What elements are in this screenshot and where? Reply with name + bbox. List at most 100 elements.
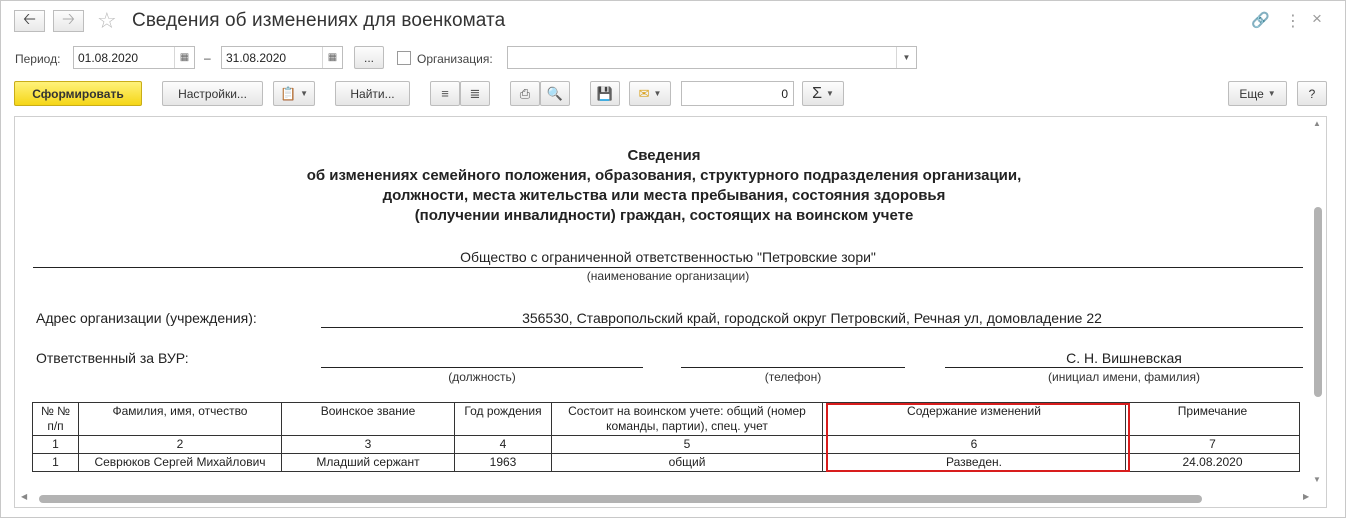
organization-name: Общество с ограниченной ответственностью… — [460, 249, 876, 265]
address-value: 356530, Ставропольский край, городской о… — [522, 310, 1102, 326]
organization-checkbox[interactable] — [397, 51, 411, 65]
more-button[interactable]: Еще ▼ — [1228, 81, 1287, 106]
arrow-left-icon: 🡠 — [23, 10, 36, 28]
calendar-icon[interactable]: ▦ — [174, 47, 194, 68]
responsible-label: Ответственный за ВУР: — [36, 350, 189, 366]
header-cell: Состоит на воинском учете: общий (номер … — [551, 402, 823, 436]
chevron-down-icon: ▼ — [825, 89, 834, 98]
name-caption: (инициал имени, фамилия) — [1048, 370, 1200, 384]
favorite-star-icon[interactable]: ☆ — [97, 8, 117, 34]
report-variants-icon: 📋 — [279, 85, 297, 101]
scroll-left-icon[interactable]: ◀ — [21, 492, 27, 501]
vertical-scrollbar[interactable]: ▲ ▼ — [1311, 119, 1324, 489]
scroll-up-icon[interactable]: ▲ — [1313, 119, 1321, 128]
changes-table: № № п/п Фамилия, имя, отчество Воинское … — [32, 402, 1300, 472]
date-from-value: 01.08.2020 — [78, 51, 139, 65]
select-period-button[interactable]: ... — [354, 46, 384, 69]
table-cell[interactable]: Разведен. — [822, 453, 1126, 472]
calendar-icon[interactable]: ▦ — [322, 47, 342, 68]
save-icon: 💾 — [596, 85, 614, 101]
help-button[interactable]: ? — [1297, 81, 1327, 106]
column-number-cell: 5 — [551, 435, 823, 454]
report-window: 🡠 🡢 ☆ Сведения об изменениях для военком… — [0, 0, 1346, 518]
period-label: Период: — [15, 52, 61, 66]
column-number-cell: 6 — [822, 435, 1126, 454]
report-title-line: об изменениях семейного положения, образ… — [306, 167, 1022, 184]
column-number-cell: 2 — [78, 435, 282, 454]
address-label: Адрес организации (учреждения): — [36, 310, 257, 326]
print-button[interactable]: ⎙ — [510, 81, 540, 106]
header-cell: Примечание — [1125, 402, 1300, 436]
link-icon[interactable]: 🔗 — [1251, 11, 1270, 29]
header-cell: Содержание изменений — [822, 402, 1126, 436]
table-cell[interactable]: общий — [551, 453, 823, 472]
report-title-line: (получении инвалидности) граждан, состоя… — [414, 207, 914, 224]
table-cell[interactable]: 1963 — [454, 453, 552, 472]
organization-caption: (наименование организации) — [586, 269, 750, 283]
scroll-right-icon[interactable]: ▶ — [1303, 492, 1309, 501]
horizontal-scrollbar[interactable]: ◀ ▶ — [17, 492, 1313, 505]
divider — [945, 367, 1303, 368]
sum-button[interactable]: Σ ▼ — [802, 81, 844, 106]
close-icon[interactable]: × — [1312, 9, 1322, 29]
collapse-groups-icon: ≣ — [469, 85, 481, 101]
table-row[interactable]: 1 Севрюков Сергей Михайлович Младший сер… — [32, 453, 1300, 472]
printer-icon: ⎙ — [519, 85, 531, 101]
table-cell[interactable]: 24.08.2020 — [1125, 453, 1300, 472]
forward-button[interactable]: 🡢 — [53, 10, 84, 32]
date-to-value: 31.08.2020 — [226, 51, 287, 65]
period-dash: – — [204, 51, 211, 65]
collapse-groups-button[interactable]: ≣ — [460, 81, 490, 106]
generate-button[interactable]: Сформировать — [14, 81, 142, 106]
report-title-line: Сведения — [627, 147, 701, 164]
table-header-row: № № п/п Фамилия, имя, отчество Воинское … — [32, 402, 1300, 436]
scroll-down-icon[interactable]: ▼ — [1313, 475, 1321, 484]
print-preview-icon: 🔍 — [546, 85, 564, 101]
table-cell[interactable]: 1 — [32, 453, 79, 472]
column-number-cell: 1 — [32, 435, 79, 454]
header-cell: Фамилия, имя, отчество — [78, 402, 282, 436]
header-cell: Воинское звание — [281, 402, 455, 436]
phone-caption: (телефон) — [764, 370, 822, 384]
column-number-row: 1 2 3 4 5 6 7 — [32, 435, 1300, 454]
expand-groups-button[interactable]: ≡ — [430, 81, 460, 106]
organization-label: Организация: — [417, 52, 493, 66]
divider — [321, 327, 1303, 328]
organization-select[interactable]: ▼ — [507, 46, 917, 69]
save-button[interactable]: 💾 — [590, 81, 620, 106]
preview-button[interactable]: 🔍 — [540, 81, 570, 106]
header-cell: № № п/п — [32, 402, 79, 436]
sum-field[interactable]: 0 — [681, 81, 794, 106]
send-email-button[interactable]: ✉ ▼ — [629, 81, 671, 106]
column-number-cell: 4 — [454, 435, 552, 454]
more-vertical-icon[interactable]: ⋮ — [1285, 11, 1301, 31]
column-number-cell: 7 — [1125, 435, 1300, 454]
chevron-down-icon: ▼ — [653, 89, 662, 98]
scrollbar-thumb[interactable] — [39, 495, 1202, 503]
variants-button[interactable]: 📋 ▼ — [273, 81, 315, 106]
settings-button[interactable]: Настройки... — [162, 81, 263, 106]
find-button[interactable]: Найти... — [335, 81, 410, 106]
header-cell: Год рождения — [454, 402, 552, 436]
report-spreadsheet[interactable]: Сведения об изменениях семейного положен… — [14, 116, 1327, 508]
chevron-down-icon: ▼ — [300, 89, 309, 98]
envelope-icon: ✉ — [638, 85, 650, 101]
arrow-right-icon: 🡢 — [62, 10, 75, 28]
responsible-name: С. Н. Вишневская — [1066, 350, 1182, 366]
window-title: Сведения об изменениях для военкомата — [132, 10, 506, 31]
date-to-input[interactable]: 31.08.2020 ▦ — [221, 46, 343, 69]
expand-groups-icon: ≡ — [441, 86, 449, 101]
back-button[interactable]: 🡠 — [14, 10, 45, 32]
divider — [33, 267, 1303, 268]
divider — [681, 367, 905, 368]
position-caption: (должность) — [448, 370, 516, 384]
date-from-input[interactable]: 01.08.2020 ▦ — [73, 46, 195, 69]
sigma-icon: Σ — [812, 84, 822, 102]
more-button-label: Еще — [1239, 86, 1264, 101]
scrollbar-thumb[interactable] — [1314, 207, 1322, 397]
chevron-down-icon[interactable]: ▼ — [896, 47, 916, 68]
chevron-down-icon: ▼ — [1267, 89, 1276, 98]
table-cell[interactable]: Младший сержант — [281, 453, 455, 472]
table-cell[interactable]: Севрюков Сергей Михайлович — [78, 453, 282, 472]
report-title-line: должности, места жительства или места пр… — [382, 187, 946, 204]
